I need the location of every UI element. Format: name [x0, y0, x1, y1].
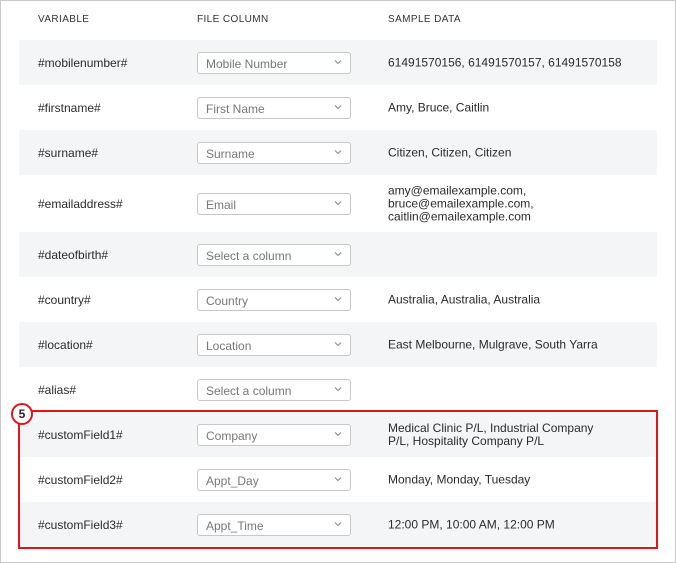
variable-name: #emailaddress# [38, 196, 123, 211]
table-row: #emailaddress# Email amy@emailexample.co… [19, 175, 657, 232]
file-column-select[interactable]: Surname [197, 141, 351, 164]
table-row: #customField2# Appt_Day Monday, Monday, … [19, 457, 657, 502]
chevron-down-icon [334, 476, 342, 481]
chevron-down-icon [334, 59, 342, 64]
variable-name: #location# [38, 337, 93, 352]
file-column-select[interactable]: Location [197, 333, 351, 356]
file-column-value: Mobile Number [206, 56, 288, 71]
mapping-table: #mobilenumber# Mobile Number 61491570156… [19, 40, 657, 547]
file-column-select[interactable]: First Name [197, 96, 351, 119]
variable-name: #surname# [38, 145, 99, 160]
chevron-down-icon [334, 386, 342, 391]
sample-data: Amy, Bruce, Caitlin [388, 100, 490, 114]
file-column-select[interactable]: Select a column [197, 378, 351, 401]
header-variable: VARIABLE [38, 14, 90, 25]
file-column-select[interactable]: Country [197, 288, 351, 311]
chevron-down-icon [334, 341, 342, 346]
file-column-select[interactable]: Company [197, 423, 351, 446]
variable-name: #dateofbirth# [38, 247, 109, 262]
file-column-value: Email [206, 197, 237, 212]
table-row: #customField3# Appt_Time 12:00 PM, 10:00… [19, 502, 657, 547]
chevron-down-icon [334, 104, 342, 109]
table-row: #dateofbirth# Select a column [19, 232, 657, 277]
variable-name: #alias# [38, 382, 77, 397]
file-column-value: Country [206, 293, 249, 308]
file-column-select[interactable]: Appt_Day [197, 468, 351, 491]
variable-name: #firstname# [38, 100, 101, 115]
sample-data: Medical Clinic P/L, Industrial Company P… [388, 420, 594, 448]
file-column-value: First Name [206, 101, 265, 116]
file-column-value: Appt_Time [206, 518, 264, 533]
variable-name: #country# [38, 292, 91, 307]
file-column-value: Appt_Day [206, 473, 259, 488]
file-column-select[interactable]: Appt_Time [197, 513, 351, 536]
table-row: #mobilenumber# Mobile Number 61491570156… [19, 40, 657, 85]
variable-name: #customField3# [38, 517, 123, 532]
variable-name: #customField2# [38, 472, 123, 487]
table-header: VARIABLE FILE COLUMN SAMPLE DATA [19, 1, 657, 39]
sample-data: 61491570156, 61491570157, 61491570158 [388, 55, 622, 69]
sample-data: Australia, Australia, Australia [388, 292, 541, 306]
sample-data: Citizen, Citizen, Citizen [388, 145, 512, 159]
chevron-down-icon [334, 149, 342, 154]
file-column-select[interactable]: Mobile Number [197, 51, 351, 74]
file-column-value: Select a column [206, 383, 292, 398]
variable-name: #customField1# [38, 427, 123, 442]
chevron-down-icon [334, 251, 342, 256]
header-file-column: FILE COLUMN [197, 14, 269, 25]
sample-data: Monday, Monday, Tuesday [388, 472, 531, 486]
file-column-value: Location [206, 338, 252, 353]
table-row: #location# Location East Melbourne, Mulg… [19, 322, 657, 367]
sample-data: 12:00 PM, 10:00 AM, 12:00 PM [388, 517, 555, 531]
file-column-value: Select a column [206, 248, 292, 263]
sample-data: amy@emailexample.com, bruce@emailexample… [388, 183, 534, 223]
table-row: #alias# Select a column [19, 367, 657, 412]
step-number-badge: 5 [11, 403, 33, 425]
file-column-value: Company [206, 428, 258, 443]
file-column-value: Surname [206, 146, 255, 161]
table-row: #country# Country Australia, Australia, … [19, 277, 657, 322]
file-column-select[interactable]: Email [197, 192, 351, 215]
chevron-down-icon [334, 296, 342, 301]
mapping-panel: VARIABLE FILE COLUMN SAMPLE DATA #mobile… [0, 0, 676, 563]
sample-data: East Melbourne, Mulgrave, South Yarra [388, 337, 598, 351]
chevron-down-icon [334, 200, 342, 205]
table-row: #customField1# Company Medical Clinic P/… [19, 412, 657, 457]
file-column-select[interactable]: Select a column [197, 243, 351, 266]
chevron-down-icon [334, 431, 342, 436]
chevron-down-icon [334, 521, 342, 526]
table-row: #firstname# First Name Amy, Bruce, Caitl… [19, 85, 657, 130]
table-row: #surname# Surname Citizen, Citizen, Citi… [19, 130, 657, 175]
variable-name: #mobilenumber# [38, 55, 128, 70]
header-sample-data: SAMPLE DATA [388, 14, 461, 25]
